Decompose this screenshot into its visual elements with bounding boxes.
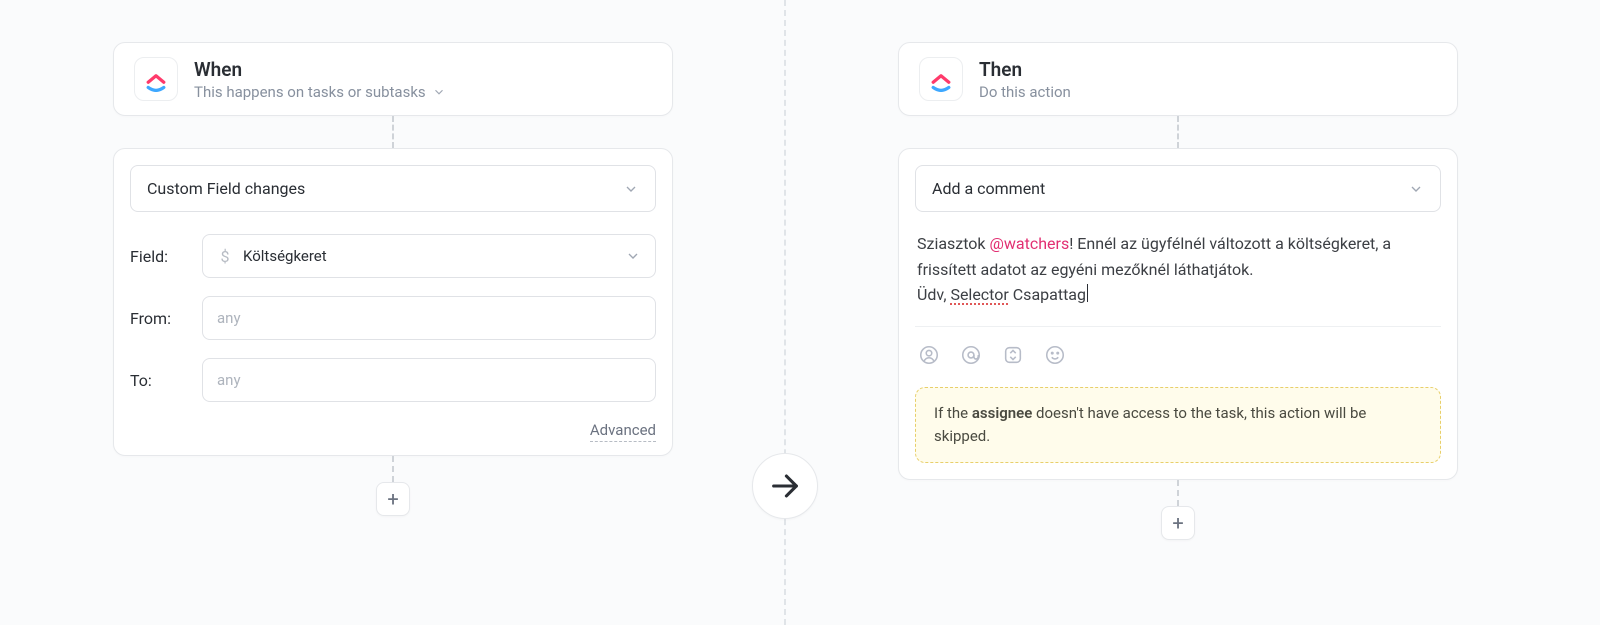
comment-line2-pre: Üdv,: [917, 285, 950, 304]
connector-line: [392, 456, 394, 482]
comment-text-pre: Sziasztok: [917, 234, 990, 253]
permission-warning: If the assignee doesn't have access to t…: [915, 387, 1441, 464]
custom-field-select[interactable]: $ Költségkeret: [202, 234, 656, 278]
trigger-scope-selector[interactable]: This happens on tasks or subtasks: [194, 83, 446, 101]
flow-arrow: [752, 453, 818, 519]
expand-icon[interactable]: [1001, 343, 1025, 367]
trigger-subtitle: This happens on tasks or subtasks: [194, 83, 426, 101]
warning-bold: assignee: [972, 404, 1032, 422]
plus-icon: +: [387, 487, 398, 511]
comment-line2-post: Csapattag: [1009, 285, 1086, 304]
from-input[interactable]: any: [202, 296, 656, 340]
to-input[interactable]: any: [202, 358, 656, 402]
action-title: Then: [979, 58, 1071, 81]
action-type-label: Add a comment: [932, 179, 1045, 198]
currency-field-icon: $: [217, 247, 233, 266]
trigger-config-card: Custom Field changes Field: $ Költségker…: [113, 148, 673, 456]
connector-line: [1177, 480, 1179, 506]
warning-pre: If the: [934, 404, 972, 422]
clickup-logo-icon: [134, 57, 178, 101]
action-header[interactable]: Then Do this action: [898, 42, 1458, 116]
connector-line: [1177, 116, 1179, 148]
trigger-title: When: [194, 58, 446, 81]
text-caret: [1087, 284, 1088, 302]
center-divider: [784, 0, 786, 625]
add-trigger-button[interactable]: +: [376, 482, 410, 516]
trigger-type-label: Custom Field changes: [147, 179, 305, 198]
field-label: Field:: [130, 247, 190, 266]
trigger-header[interactable]: When This happens on tasks or subtasks: [113, 42, 673, 116]
comment-toolbar: [915, 326, 1441, 367]
at-mention-icon[interactable]: [959, 343, 983, 367]
connector-line: [392, 116, 394, 148]
comment-editor[interactable]: Sziasztok @watchers! Ennél az ügyfélnél …: [915, 230, 1441, 308]
action-config-card: Add a comment Sziasztok @watchers! Ennél…: [898, 148, 1458, 480]
mention-person-icon[interactable]: [917, 343, 941, 367]
emoji-icon[interactable]: [1043, 343, 1067, 367]
add-action-button[interactable]: +: [1161, 506, 1195, 540]
from-label: From:: [130, 309, 190, 328]
spellcheck-word[interactable]: Selector: [950, 285, 1008, 304]
action-subtitle: Do this action: [979, 83, 1071, 101]
plus-icon: +: [1172, 511, 1183, 535]
custom-field-value: Költségkeret: [243, 247, 327, 265]
to-label: To:: [130, 371, 190, 390]
trigger-type-select[interactable]: Custom Field changes: [130, 165, 656, 212]
mention-token[interactable]: @watchers: [990, 234, 1070, 253]
clickup-logo-icon: [919, 57, 963, 101]
advanced-link[interactable]: Advanced: [590, 421, 656, 442]
to-placeholder: any: [217, 371, 241, 389]
action-type-select[interactable]: Add a comment: [915, 165, 1441, 212]
from-placeholder: any: [217, 309, 241, 327]
